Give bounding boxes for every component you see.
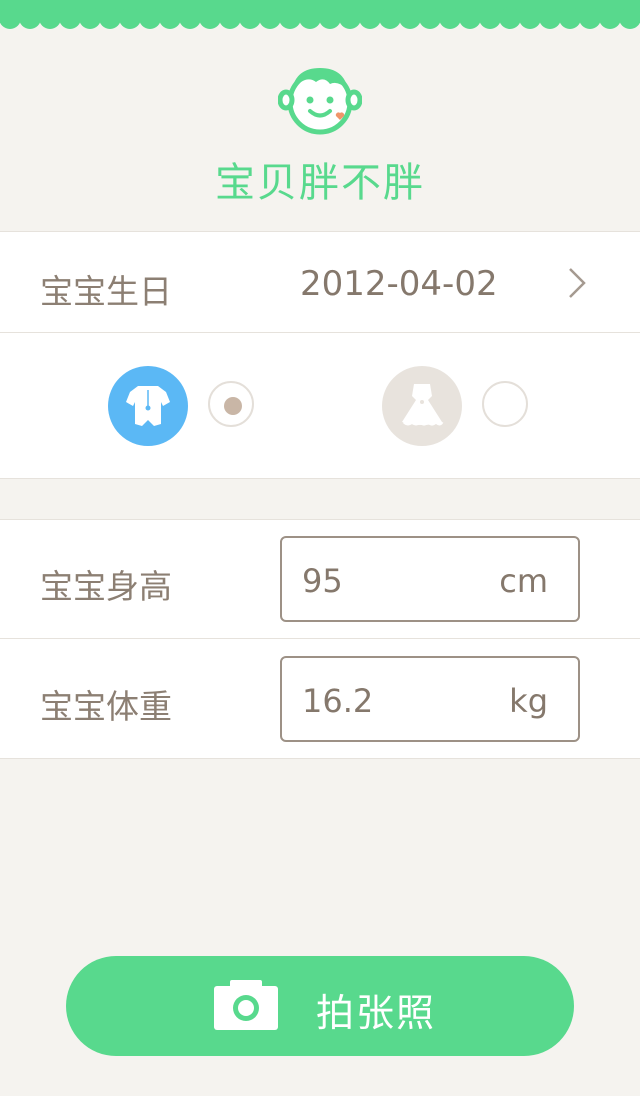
chevron-right-icon[interactable] bbox=[566, 266, 588, 300]
birthday-value[interactable]: 2012-04-02 bbox=[300, 264, 498, 304]
weight-value[interactable]: 16.2 bbox=[302, 682, 373, 720]
radio-selected-dot bbox=[224, 397, 242, 415]
height-unit: cm bbox=[499, 562, 548, 600]
scallop-border bbox=[0, 0, 640, 29]
baby-face-icon bbox=[278, 68, 362, 135]
camera-icon bbox=[214, 980, 278, 1030]
birthday-row[interactable]: 宝宝生日 2012-04-02 bbox=[0, 231, 640, 333]
weight-input[interactable]: 16.2 kg bbox=[280, 656, 580, 742]
birthday-label: 宝宝生日 bbox=[40, 272, 172, 311]
radio-girl[interactable] bbox=[482, 381, 528, 427]
boy-romper-icon[interactable] bbox=[108, 366, 188, 446]
height-value[interactable]: 95 bbox=[302, 562, 343, 600]
weight-label: 宝宝体重 bbox=[40, 687, 172, 726]
app-title: 宝贝胖不胖 bbox=[215, 160, 425, 206]
height-input[interactable]: 95 cm bbox=[280, 536, 580, 622]
radio-boy[interactable] bbox=[208, 381, 254, 427]
height-label: 宝宝身高 bbox=[40, 567, 172, 606]
girl-dress-icon[interactable] bbox=[382, 366, 462, 446]
take-photo-button[interactable]: 拍张照 bbox=[66, 956, 574, 1056]
weight-unit: kg bbox=[509, 682, 548, 720]
gender-row bbox=[0, 332, 640, 479]
take-photo-label: 拍张照 bbox=[316, 991, 437, 1035]
